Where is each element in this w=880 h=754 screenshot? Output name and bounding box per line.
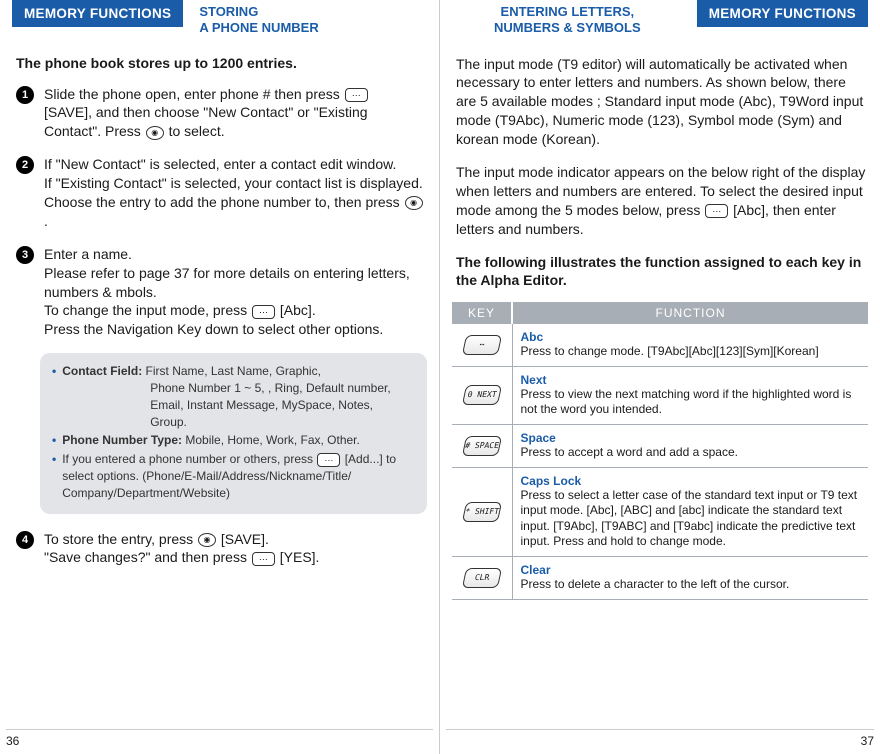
step4-text-b: [SAVE]. <box>221 531 269 547</box>
step2-text-c: . <box>44 213 48 229</box>
func-desc: Press to accept a word and add a space. <box>521 445 861 461</box>
step4-text-a: To store the entry, press <box>44 531 193 547</box>
key-function-table: KEY FUNCTION ⋯ Abc Press to change mode.… <box>452 302 868 599</box>
contact-field-4: Group. <box>150 414 390 431</box>
footer-rule <box>6 729 433 730</box>
section-subtitle: ENTERING LETTERS, NUMBERS & SYMBOLS <box>452 0 683 37</box>
step3-text-e: Press the Navigation Key down to select … <box>44 321 383 337</box>
func-desc: Press to delete a character to the left … <box>521 577 861 593</box>
section-tab: MEMORY FUNCTIONS <box>12 0 183 27</box>
header-left: MEMORY FUNCTIONS STORING A PHONE NUMBER <box>12 0 427 37</box>
footer-rule <box>446 729 874 730</box>
contact-field-2: Phone Number 1 ~ 5, , Ring, Default numb… <box>150 380 390 397</box>
ok-key-icon: ◉ <box>146 126 164 140</box>
subtitle-line1: ENTERING LETTERS, <box>501 4 635 19</box>
step3-text-a: Enter a name. <box>44 246 132 262</box>
step-number-icon: 1 <box>16 86 34 104</box>
step4-text-d: [YES]. <box>280 549 320 565</box>
func-name: Next <box>521 373 861 387</box>
phone-type-label: Phone Number Type: <box>62 433 182 447</box>
step-2: 2 If "New Contact" is selected, enter a … <box>12 155 427 231</box>
page-number: 37 <box>861 734 874 748</box>
softkey-icon: ⋯ <box>345 88 368 102</box>
bold-paragraph: The following illustrates the function a… <box>452 253 868 291</box>
page-36: MEMORY FUNCTIONS STORING A PHONE NUMBER … <box>0 0 440 754</box>
key-shape-icon: # SPACE <box>462 436 502 456</box>
softkey-icon: ⋯ <box>705 204 728 218</box>
info-other-b: [Add...] <box>345 452 383 466</box>
th-function: FUNCTION <box>512 302 868 324</box>
step3-text-b: Please refer to page 37 for more details… <box>44 265 410 300</box>
step2-text-a: If "New Contact" is selected, enter a co… <box>44 156 396 172</box>
step-4: 4 To store the entry, press ◉ [SAVE]. "S… <box>12 530 427 568</box>
intro-text: The phone book stores up to 1200 entries… <box>16 55 427 71</box>
func-desc: Press to select a letter case of the sta… <box>521 488 861 550</box>
subtitle-line1: STORING <box>199 4 258 19</box>
func-desc: Press to view the next matching word if … <box>521 387 861 418</box>
section-subtitle: STORING A PHONE NUMBER <box>199 0 318 37</box>
func-name: Abc <box>521 330 861 344</box>
th-key: KEY <box>452 302 512 324</box>
page-37: ENTERING LETTERS, NUMBERS & SYMBOLS MEMO… <box>440 0 880 754</box>
contact-field-1: First Name, Last Name, Graphic, <box>146 364 321 378</box>
ok-key-icon: ◉ <box>198 533 216 547</box>
table-row: CLR Clear Press to delete a character to… <box>452 557 868 600</box>
step1-text-c: to select. <box>169 123 225 139</box>
softkey-icon: ⋯ <box>252 552 275 566</box>
key-shape-icon: ⋯ <box>462 335 502 355</box>
paragraph-2: The input mode indicator appears on the … <box>452 163 868 239</box>
step3-text-d: [Abc]. <box>280 302 316 318</box>
bullet-icon: • <box>52 363 56 430</box>
bullet-icon: • <box>52 432 56 449</box>
func-name: Clear <box>521 563 861 577</box>
phone-type-vals: Mobile, Home, Work, Fax, Other. <box>185 433 360 447</box>
section-tab: MEMORY FUNCTIONS <box>697 0 868 27</box>
step4-text-c: "Save changes?" and then press <box>44 549 247 565</box>
contact-field-3: Email, Instant Message, MySpace, Notes, <box>150 397 390 414</box>
step1-text-a: Slide the phone open, enter phone # then… <box>44 86 340 102</box>
softkey-icon: ⋯ <box>252 305 275 319</box>
step3-text-c: To change the input mode, press <box>44 302 247 318</box>
info-other-a: If you entered a phone number or others,… <box>62 452 313 466</box>
key-shape-icon: 0 NEXT <box>462 385 502 405</box>
func-name: Caps Lock <box>521 474 861 488</box>
table-row: # SPACE Space Press to accept a word and… <box>452 425 868 468</box>
subtitle-line2: A PHONE NUMBER <box>199 20 318 35</box>
step-number-icon: 3 <box>16 246 34 264</box>
bullet-icon: • <box>52 451 56 501</box>
info-box: • Contact Field: First Name, Last Name, … <box>40 353 427 513</box>
step-number-icon: 2 <box>16 156 34 174</box>
func-name: Space <box>521 431 861 445</box>
table-row: ⋯ Abc Press to change mode. [T9Abc][Abc]… <box>452 324 868 366</box>
header-right: ENTERING LETTERS, NUMBERS & SYMBOLS MEMO… <box>452 0 868 37</box>
step-3: 3 Enter a name. Please refer to page 37 … <box>12 245 427 339</box>
key-shape-icon: * SHIFT <box>462 502 502 522</box>
step-number-icon: 4 <box>16 531 34 549</box>
subtitle-line2: NUMBERS & SYMBOLS <box>494 20 641 35</box>
paragraph-1: The input mode (T9 editor) will automati… <box>452 55 868 149</box>
softkey-icon: ⋯ <box>317 453 340 467</box>
contact-field-label: Contact Field: <box>62 364 142 378</box>
page-number: 36 <box>6 734 19 748</box>
table-row: 0 NEXT Next Press to view the next match… <box>452 366 868 424</box>
key-shape-icon: CLR <box>462 568 502 588</box>
ok-key-icon: ◉ <box>405 196 423 210</box>
func-desc: Press to change mode. [T9Abc][Abc][123][… <box>521 344 861 360</box>
step2-text-b: If "Existing Contact" is selected, your … <box>44 175 423 210</box>
table-row: * SHIFT Caps Lock Press to select a lett… <box>452 467 868 556</box>
step-1: 1 Slide the phone open, enter phone # th… <box>12 85 427 142</box>
